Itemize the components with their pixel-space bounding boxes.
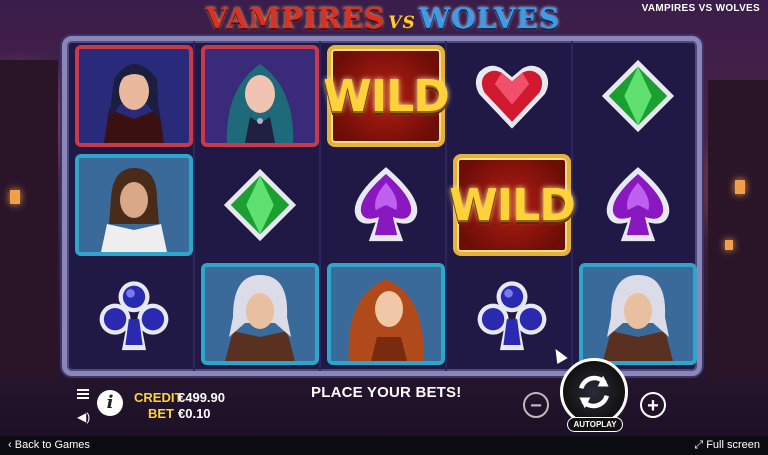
autoplay-button[interactable]: AUTOPLAY (567, 417, 623, 432)
sound-icon[interactable]: ◀) (77, 410, 90, 424)
symbol-vampire-man (75, 45, 193, 147)
chevron-left-icon: ‹ (8, 439, 15, 451)
bet-label: BET (148, 406, 174, 421)
symbol-red-hair-woman (327, 263, 445, 365)
symbol-green-diamond (579, 45, 697, 147)
background-window (725, 240, 733, 250)
reel-divider (319, 41, 321, 371)
symbol-white-hair-man (579, 263, 697, 365)
background-house-left (0, 60, 58, 380)
symbol-wild: WILD (449, 154, 576, 256)
background-lamp (735, 180, 745, 194)
bet-value: €0.10 (178, 406, 211, 421)
refresh-icon (579, 375, 609, 409)
symbol-purple-spade (327, 154, 445, 256)
info-button[interactable]: i (97, 390, 123, 416)
symbol-purple-spade (579, 154, 697, 256)
logo-vampires: VAMPIRES (206, 2, 386, 35)
symbol-werewolf-man (75, 154, 193, 256)
symbol-white-hair-man (201, 263, 319, 365)
expand-icon: ⤢ (694, 439, 707, 451)
decrease-bet-button[interactable]: − (523, 392, 549, 418)
logo-wolves: WOLVES (418, 2, 561, 35)
reel-frame: WILD WILD (62, 36, 702, 376)
status-message: PLACE YOUR BETS! (311, 384, 462, 401)
background-window (10, 190, 20, 204)
balance-panel: CREDIT€499.90 BET €0.10 (134, 390, 225, 422)
spin-button[interactable] (560, 358, 628, 426)
background-house-right (708, 80, 768, 380)
game-name-label: VAMPIRES VS WOLVES (641, 3, 760, 14)
increase-bet-button[interactable]: + (640, 392, 666, 418)
game-logo: VAMPIRES VS WOLVES (206, 2, 559, 36)
credit-label: CREDIT (134, 390, 183, 405)
back-label: Back to Games (14, 439, 90, 451)
footer-bar: ‹ Back to Games ⤢ Full screen (0, 436, 768, 455)
symbol-blue-club (75, 263, 193, 365)
fullscreen-label: Full screen (706, 439, 760, 451)
symbol-woman-vampire (201, 45, 319, 147)
symbol-green-diamond (201, 154, 319, 256)
reel-divider (193, 41, 195, 371)
symbol-red-heart (453, 45, 571, 147)
symbol-wild: WILD (323, 45, 450, 147)
fullscreen-button[interactable]: ⤢ Full screen (694, 439, 760, 452)
logo-vs: VS (388, 13, 416, 33)
menu-icon[interactable] (77, 389, 89, 401)
credit-value: €499.90 (178, 390, 225, 405)
back-to-games-link[interactable]: ‹ Back to Games (8, 439, 90, 451)
